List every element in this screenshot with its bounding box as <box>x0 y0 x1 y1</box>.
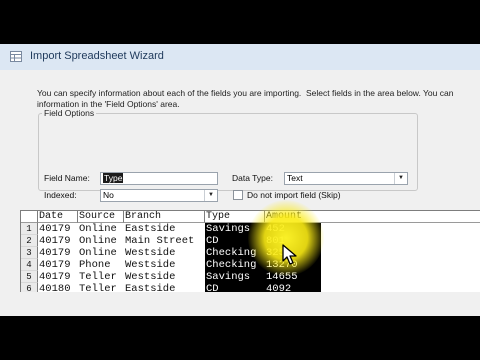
cell-date: 40179 <box>39 223 71 235</box>
chevron-down-icon[interactable]: ▼ <box>394 173 407 184</box>
wizard-body: You can specify information about each o… <box>0 70 480 316</box>
cell-amount: 452 <box>266 223 285 235</box>
chevron-down-icon[interactable]: ▼ <box>204 190 217 201</box>
grid-corner <box>21 211 38 223</box>
cell-type: Checking <box>206 259 257 271</box>
cell-branch: Westside <box>125 271 176 283</box>
app-icon <box>10 51 22 62</box>
row-number: 3 <box>21 247 38 259</box>
data-type-value: Text <box>287 173 303 183</box>
cell-branch: Eastside <box>125 283 176 292</box>
cell-source: Online <box>79 247 117 259</box>
row-number: 2 <box>21 235 38 247</box>
cell-date: 40179 <box>39 259 71 271</box>
column-header-type[interactable]: Type <box>205 211 265 223</box>
field-name-label: Field Name: <box>44 173 90 183</box>
column-header-source[interactable]: Source <box>78 211 124 223</box>
indexed-select[interactable]: No ▼ <box>100 189 218 202</box>
cell-source: Online <box>79 223 117 235</box>
field-options-legend: Field Options <box>42 108 97 118</box>
column-header-date[interactable]: Date <box>38 211 78 223</box>
cell-source: Online <box>79 235 117 247</box>
cell-date: 40179 <box>39 247 71 259</box>
data-preview-grid[interactable]: Date Source Branch Type Amount 1 40179 Onl… <box>20 210 480 292</box>
column-header-branch[interactable]: Branch <box>124 211 205 223</box>
cell-source: Teller <box>79 271 117 283</box>
column-header-amount[interactable]: Amount <box>265 211 480 223</box>
cell-date: 40179 <box>39 271 71 283</box>
cell-amount: 4092 <box>266 283 292 292</box>
cell-branch: Westside <box>125 259 176 271</box>
cell-type: Checking <box>206 247 257 259</box>
field-name-value: Type <box>103 173 124 183</box>
row-number: 4 <box>21 259 38 271</box>
cell-branch: Main Street <box>125 235 195 247</box>
data-type-select[interactable]: Text ▼ <box>284 172 408 185</box>
cell-branch: Westside <box>125 247 176 259</box>
cell-type: Savings <box>206 271 251 283</box>
indexed-value: No <box>103 190 114 200</box>
mouse-pointer-icon <box>282 244 297 265</box>
cell-branch: Eastside <box>125 223 176 235</box>
cell-source: Teller <box>79 283 117 292</box>
indexed-label: Indexed: <box>44 190 77 200</box>
data-type-label: Data Type: <box>232 173 273 183</box>
window-title: Import Spreadsheet Wizard <box>30 50 164 62</box>
instructions-text: You can specify information about each o… <box>37 88 454 109</box>
cell-date: 40179 <box>39 235 71 247</box>
wizard-window: Import Spreadsheet Wizard You can specif… <box>0 44 480 316</box>
row-number: 1 <box>21 223 38 235</box>
row-number: 6 <box>21 283 38 292</box>
skip-field-checkbox[interactable] <box>233 190 243 200</box>
title-bar: Import Spreadsheet Wizard <box>0 44 480 71</box>
cell-source: Phone <box>79 259 111 271</box>
cell-type: CD <box>206 235 219 247</box>
cell-type: Savings <box>206 223 251 235</box>
field-name-input[interactable]: Type <box>100 172 218 185</box>
cell-date: 40180 <box>39 283 71 292</box>
row-number: 5 <box>21 271 38 283</box>
skip-field-label: Do not import field (Skip) <box>247 190 341 200</box>
cell-amount: 14655 <box>266 271 298 283</box>
cell-type: CD <box>206 283 219 292</box>
